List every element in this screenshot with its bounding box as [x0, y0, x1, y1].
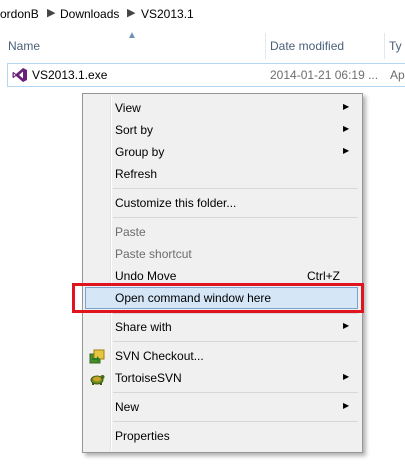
breadcrumb-item-ordonb[interactable]: ordonB	[0, 7, 39, 21]
menu-item-label: SVN Checkout...	[115, 349, 204, 363]
file-date-modified: 2014-01-21 06:19 ...	[270, 68, 379, 82]
menu-separator	[113, 313, 358, 314]
menu-item-refresh[interactable]: Refresh	[85, 163, 358, 185]
menu-item-label: Paste	[115, 225, 146, 239]
breadcrumb-item-downloads[interactable]: Downloads	[60, 7, 119, 21]
submenu-arrow-icon: ▶	[343, 401, 350, 410]
submenu-arrow-icon: ▶	[343, 321, 350, 330]
tortoisesvn-icon	[90, 375, 105, 385]
menu-separator	[113, 341, 358, 342]
menu-item-svn-checkout[interactable]: SVN Checkout...	[85, 345, 358, 367]
menu-item-label: Properties	[115, 429, 170, 443]
breadcrumb-chevron-icon[interactable]: ▶	[47, 6, 55, 19]
menu-item-paste-shortcut[interactable]: Paste shortcut	[85, 243, 358, 265]
menu-item-label: New	[115, 400, 140, 414]
menu-item-sort-by[interactable]: Sort by ▶	[85, 119, 358, 141]
menu-item-properties[interactable]: Properties	[85, 425, 358, 447]
menu-item-shortcut: Ctrl+Z	[307, 269, 340, 283]
file-type: Ap	[390, 68, 405, 82]
context-menu: View ▶ Sort by ▶ Group by ▶ Refresh Cust…	[82, 93, 363, 453]
column-divider[interactable]	[265, 33, 266, 59]
menu-item-label: View	[115, 101, 141, 115]
submenu-arrow-icon: ▶	[343, 102, 350, 111]
menu-item-label: Undo Move	[115, 269, 177, 283]
menu-separator	[113, 392, 358, 393]
file-name: VS2013.1.exe	[32, 68, 108, 82]
menu-item-label: Share with	[115, 320, 172, 334]
menu-item-label: Group by	[115, 145, 165, 159]
column-header-type[interactable]: Ty	[389, 39, 402, 53]
menu-item-label: Paste shortcut	[115, 247, 192, 261]
menu-item-tortoisesvn[interactable]: TortoiseSVN ▶	[85, 367, 358, 389]
menu-item-undo-move[interactable]: Undo Move Ctrl+Z	[85, 265, 358, 287]
column-headers: ▲ Name Date modified Ty	[0, 28, 405, 62]
menu-separator	[113, 217, 358, 218]
sort-ascending-icon: ▲	[127, 30, 137, 41]
submenu-arrow-icon: ▶	[343, 124, 350, 133]
menu-item-group-by[interactable]: Group by ▶	[85, 141, 358, 163]
submenu-arrow-icon: ▶	[343, 372, 350, 381]
menu-item-customize-folder[interactable]: Customize this folder...	[85, 192, 358, 214]
menu-separator	[113, 188, 358, 189]
menu-item-label: Refresh	[115, 167, 158, 181]
menu-item-new[interactable]: New ▶	[85, 396, 358, 418]
column-header-date-modified[interactable]: Date modified	[270, 39, 344, 53]
menu-item-label: Sort by	[115, 123, 154, 137]
menu-item-label: TortoiseSVN	[115, 371, 182, 385]
column-divider[interactable]	[384, 33, 385, 59]
menu-item-view[interactable]: View ▶	[85, 97, 358, 119]
menu-separator	[113, 421, 358, 422]
breadcrumb: ordonB ▶ Downloads ▶ VS2013.1	[0, 0, 405, 29]
column-header-name[interactable]: Name	[8, 39, 40, 53]
breadcrumb-chevron-icon[interactable]: ▶	[127, 6, 135, 19]
menu-item-paste[interactable]: Paste	[85, 221, 358, 243]
breadcrumb-item-vs2013[interactable]: VS2013.1	[141, 7, 194, 21]
menu-item-open-command-window[interactable]: Open command window here	[85, 287, 358, 309]
menu-item-label: Customize this folder...	[115, 196, 237, 210]
visual-studio-icon	[12, 68, 27, 82]
submenu-arrow-icon: ▶	[343, 146, 350, 155]
menu-item-share-with[interactable]: Share with ▶	[85, 316, 358, 338]
menu-item-label: Open command window here	[115, 291, 272, 305]
svn-checkout-icon	[89, 349, 105, 364]
file-row[interactable]: VS2013.1.exe 2014-01-21 06:19 ... Ap	[7, 63, 405, 87]
